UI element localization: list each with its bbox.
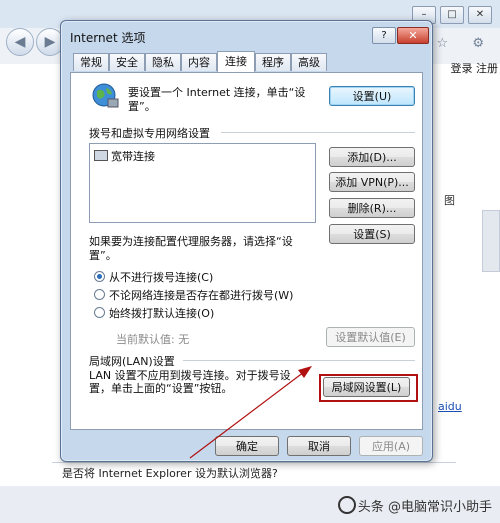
- watermark: 头条 @电脑常识小助手: [337, 496, 492, 515]
- setup-button[interactable]: 设置(U): [329, 86, 415, 106]
- ok-button[interactable]: 确定: [215, 436, 279, 456]
- lan-settings-button[interactable]: 局域网设置(L): [323, 377, 410, 397]
- tab-advanced[interactable]: 高级: [291, 53, 327, 71]
- tab-privacy[interactable]: 隐私: [145, 53, 181, 71]
- add-vpn-button[interactable]: 添加 VPN(P)...: [329, 172, 415, 192]
- setup-description: 要设置一个 Internet 连接，单击“设置”。: [128, 86, 306, 113]
- list-item[interactable]: 宽带连接: [94, 148, 155, 164]
- connections-panel: 要设置一个 Internet 连接，单击“设置”。 设置(U) 拨号和虚拟专用网…: [70, 72, 423, 430]
- back-icon[interactable]: ◀: [6, 28, 34, 56]
- tab-programs[interactable]: 程序: [255, 53, 291, 71]
- radio-label: 始终拨打默认连接(O): [109, 307, 215, 320]
- set-default-button[interactable]: 设置默认值(E): [326, 327, 415, 347]
- radio-label: 从不进行拨号连接(C): [109, 271, 214, 284]
- delete-button[interactable]: 删除(R)...: [329, 198, 415, 218]
- help-button[interactable]: ?: [372, 27, 396, 44]
- default-browser-prompt: 是否将 Internet Explorer 设为默认浏览器?: [52, 462, 456, 485]
- watermark-text: 头条 @电脑常识小助手: [357, 500, 492, 515]
- section-divider: [221, 132, 415, 133]
- connection-name: 宽带连接: [111, 150, 155, 163]
- tab-security[interactable]: 安全: [109, 53, 145, 71]
- maximize-button[interactable]: □: [440, 6, 464, 24]
- page-scrollbar[interactable]: [482, 210, 500, 272]
- proxy-description: 如果要为连接配置代理服务器，请选择“设置”。: [89, 235, 293, 262]
- watermark-logo-icon: [337, 496, 356, 514]
- radio-dial-whenever[interactable]: 不论网络连接是否存在都进行拨号(W): [94, 287, 293, 303]
- tab-general[interactable]: 常规: [73, 53, 109, 71]
- close-dialog-button[interactable]: ✕: [397, 27, 429, 44]
- section-divider: [183, 360, 415, 361]
- apply-button[interactable]: 应用(A): [359, 436, 423, 456]
- tab-content[interactable]: 内容: [181, 53, 217, 71]
- lan-section-title: 局域网(LAN)设置: [89, 355, 175, 368]
- radio-always-dial[interactable]: 始终拨打默认连接(O): [94, 305, 214, 321]
- baidu-link[interactable]: aidu: [438, 400, 462, 413]
- proxy-settings-button[interactable]: 设置(S): [329, 224, 415, 244]
- add-button[interactable]: 添加(D)...: [329, 147, 415, 167]
- radio-button[interactable]: [94, 289, 105, 300]
- radio-button[interactable]: [94, 307, 105, 318]
- radio-never-dial[interactable]: 从不进行拨号连接(C): [94, 269, 213, 285]
- dialog-title: Internet 选项: [70, 31, 146, 45]
- login-register-link[interactable]: 登录 注册: [451, 60, 499, 76]
- radio-label: 不论网络连接是否存在都进行拨号(W): [109, 289, 294, 302]
- lan-description: LAN 设置不应用到拨号连接。对于拨号设置，单击上面的“设置”按钮。: [89, 369, 291, 395]
- tab-connections[interactable]: 连接: [217, 51, 255, 72]
- radio-button[interactable]: [94, 271, 105, 282]
- cancel-button[interactable]: 取消: [287, 436, 351, 456]
- current-default-label: 当前默认值: 无: [116, 333, 190, 346]
- globe-network-icon: [92, 83, 119, 108]
- broadband-connection-icon: [94, 150, 108, 161]
- close-browser-button[interactable]: ✕: [468, 6, 492, 24]
- connections-list[interactable]: 宽带连接: [89, 143, 316, 223]
- side-label: 图: [444, 194, 455, 207]
- dialup-section-title: 拨号和虚拟专用网络设置: [89, 127, 210, 140]
- internet-options-dialog: Internet 选项 ? ✕ 常规 安全 隐私 内容 连接 程序 高级 要设置…: [60, 20, 433, 462]
